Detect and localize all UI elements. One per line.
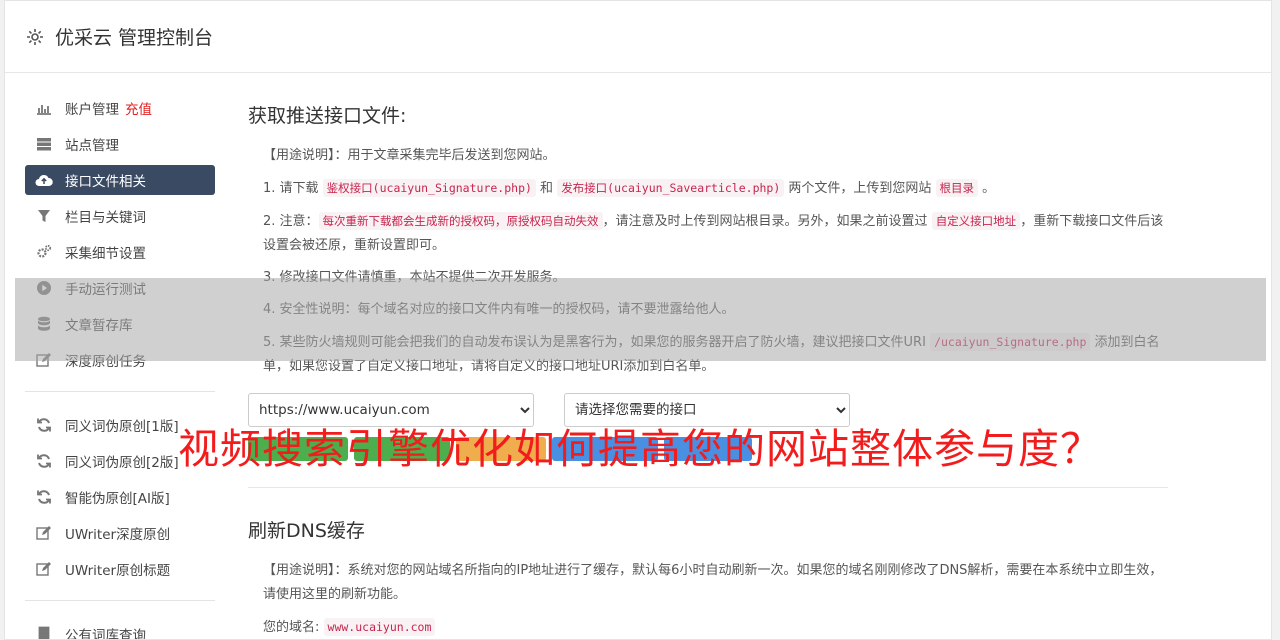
sidebar-item-manual-run[interactable]: 手动运行测试 (25, 273, 215, 303)
api-select[interactable]: 请选择您需要的接口 (564, 393, 850, 427)
custom-api-url-code: 自定义接口地址 (931, 212, 1021, 230)
domain-label: 您的域名: (263, 620, 320, 635)
sidebar-item-label: 深度原创任务 (65, 354, 146, 370)
section-divider (248, 487, 1168, 488)
database-icon (35, 315, 53, 333)
root-dir-code: 根目录 (935, 179, 979, 197)
sidebar-item-uwriter-title[interactable]: UWriter原创标题 (25, 554, 215, 584)
console-card: 优采云 管理控制台 账户管理 充值 站点管理 接口文件相关 栏目与关键词 采集细… (4, 0, 1272, 640)
sidebar-item-deep-original-task[interactable]: 深度原创任务 (25, 345, 215, 375)
sidebar-item-label: 同义词伪原创[2版] (65, 455, 179, 471)
dns-usage-note: 【用途说明】：系统对您的网站域名所指向的IP地址进行了缓存，默认每6小时自动刷新… (263, 563, 1163, 602)
sidebar-divider (25, 600, 215, 601)
text: 1. 请下载 (263, 181, 323, 196)
sidebar-item-label: 同义词伪原创[1版] (65, 419, 179, 435)
refresh-icon (35, 452, 53, 470)
edit-icon (35, 351, 53, 369)
main-content: 获取推送接口文件: 【用途说明】：用于文章采集完毕后发送到您网站。 1. 请下载… (248, 101, 1168, 639)
sidebar-item-label: UWriter原创标题 (65, 563, 171, 579)
refresh-icon (35, 416, 53, 434)
sidebar-item-label: 接口文件相关 (65, 174, 146, 190)
action-buttons (248, 437, 1168, 461)
sidebar-item-label: 采集细节设置 (65, 246, 146, 262)
sidebar-item-columns-keywords[interactable]: 栏目与关键词 (25, 201, 215, 231)
domain-value: www.ucaiyun.com (323, 618, 436, 636)
sidebar-item-account[interactable]: 账户管理 充值 (25, 93, 215, 123)
text: 两个文件，上传到您网站 (784, 181, 936, 196)
instruction-2: 2. 注意： 每次重新下载都会生成新的授权码，原授权码自动失效 ，请注意及时上传到网… (263, 209, 1168, 258)
sidebar-item-sites[interactable]: 站点管理 (25, 129, 215, 159)
section-title-dns: 刷新DNS缓存 (248, 520, 365, 542)
refresh-icon (35, 488, 53, 506)
usage-note: 【用途说明】：用于文章采集完毕后发送到您网站。 (263, 148, 556, 163)
top-bar: 优采云 管理控制台 (5, 1, 1271, 73)
sidebar-item-collect-settings[interactable]: 采集细节设置 (25, 237, 215, 267)
play-circle-icon (35, 279, 53, 297)
test-publish-button[interactable] (664, 437, 752, 461)
sidebar-item-label: 智能伪原创[AI版] (65, 491, 170, 507)
text: 2. 注意： (263, 214, 319, 229)
text: ，请注意及时上传到网站根目录。另外，如果之前设置过 (602, 214, 932, 229)
sidebar-item-api-files[interactable]: 接口文件相关 (25, 165, 215, 195)
view-button[interactable] (456, 437, 546, 461)
bar-chart-icon (35, 99, 53, 117)
app-title: 优采云 管理控制台 (55, 27, 214, 49)
instruction-3: 3. 修改接口文件请慎重，本站不提供二次开发服务。 (263, 270, 566, 285)
text: 。 (978, 181, 996, 196)
signature-uri-code: /ucaiyun_Signature.php (930, 333, 1091, 351)
domain-row: 您的域名: www.ucaiyun.com (263, 615, 1168, 639)
cloud-upload-icon (35, 171, 53, 189)
site-select[interactable]: https://www.ucaiyun.com (248, 393, 534, 427)
text: 5. 某些防火墙规则可能会把我们的自动发布误认为是黑客行为，如果您的服务器开启了… (263, 335, 931, 350)
gear-icon (25, 27, 45, 47)
sidebar-item-synonym-v1[interactable]: 同义词伪原创[1版] (25, 410, 215, 440)
sidebar-item-label: UWriter深度原创 (65, 527, 171, 543)
sidebar-item-article-storage[interactable]: 文章暂存库 (25, 309, 215, 339)
sidebar-item-label: 站点管理 (65, 138, 119, 154)
sidebar-item-label: 账户管理 (65, 102, 119, 118)
recharge-link[interactable]: 充值 (125, 98, 152, 118)
sidebar-item-label: 栏目与关键词 (65, 210, 146, 226)
cogs-icon (35, 243, 53, 261)
sidebar-item-uwriter-original[interactable]: UWriter深度原创 (25, 518, 215, 548)
edit-icon (35, 560, 53, 578)
instruction-4: 4. 安全性说明：每个域名对应的接口文件内有唯一的授权码，请不要泄露给他人。 (263, 302, 735, 317)
sidebar-item-ai-rewrite[interactable]: 智能伪原创[AI版] (25, 482, 215, 512)
test-button[interactable] (552, 437, 658, 461)
book-icon (35, 625, 53, 639)
sidebar-item-label: 手动运行测试 (65, 282, 146, 298)
sidebar-divider (25, 391, 215, 392)
text: 和 (535, 181, 558, 196)
download-signature-button[interactable] (248, 437, 348, 461)
instruction-1: 1. 请下载 鉴权接口(ucaiyun_Signature.php) 和 发布接… (263, 176, 1168, 201)
download-savearticle-button[interactable] (354, 437, 450, 461)
instruction-5: 5. 某些防火墙规则可能会把我们的自动发布误认为是黑客行为，如果您的服务器开启了… (263, 330, 1168, 379)
sidebar-item-public-lexicon[interactable]: 公有词库查询 (25, 619, 215, 640)
signature-download-link[interactable]: 鉴权接口(ucaiyun_Signature.php) (322, 179, 536, 197)
sidebar: 账户管理 充值 站点管理 接口文件相关 栏目与关键词 采集细节设置 手动运行测试… (25, 93, 215, 640)
savearticle-download-link[interactable]: 发布接口(ucaiyun_Savearticle.php) (557, 179, 785, 197)
sidebar-item-synonym-v2[interactable]: 同义词伪原创[2版] (25, 446, 215, 476)
server-icon (35, 135, 53, 153)
edit-icon (35, 524, 53, 542)
filter-icon (35, 207, 53, 225)
warning-code: 每次重新下载都会生成新的授权码，原授权码自动失效 (318, 212, 603, 230)
sidebar-item-label: 文章暂存库 (65, 318, 133, 334)
select-row: https://www.ucaiyun.com 请选择您需要的接口 (248, 393, 1168, 427)
sidebar-item-label: 公有词库查询 (65, 628, 146, 640)
section-title-api-files: 获取推送接口文件: (248, 105, 407, 127)
